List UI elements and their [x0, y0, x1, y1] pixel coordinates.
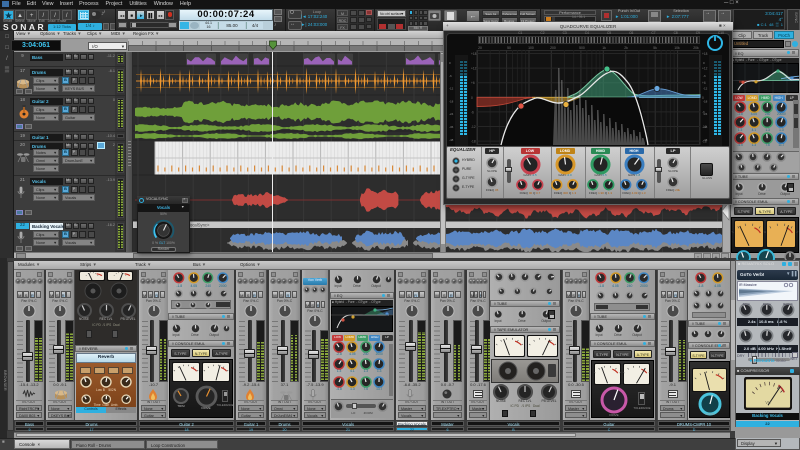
svg-text:+6: +6	[702, 81, 706, 85]
svg-text:C9: C9	[696, 31, 700, 35]
svg-text:-18: -18	[702, 140, 707, 144]
svg-text:C4: C4	[585, 31, 589, 35]
svg-text:0: 0	[471, 96, 473, 100]
svg-text:-12: -12	[449, 87, 454, 91]
svg-text:+12: +12	[471, 67, 477, 71]
svg-text:+18: +18	[471, 52, 477, 56]
svg-text:+6: +6	[471, 81, 475, 85]
svg-text:-6: -6	[471, 110, 474, 114]
svg-text:IR:Massive: IR:Massive	[739, 283, 757, 287]
svg-text:-12: -12	[471, 125, 476, 129]
svg-text:C7: C7	[651, 31, 655, 35]
svg-text:-24: -24	[449, 112, 454, 116]
svg-text:C5: C5	[607, 31, 611, 35]
svg-text:C2: C2	[540, 31, 544, 35]
svg-text:-12: -12	[702, 125, 707, 129]
svg-text:+18: +18	[702, 52, 708, 56]
svg-text:-36: -36	[449, 125, 454, 129]
svg-text:0: 0	[449, 61, 451, 65]
svg-text:C1: C1	[518, 31, 522, 35]
svg-text:-6: -6	[702, 110, 705, 114]
svg-text:-18: -18	[449, 99, 454, 103]
svg-text:VU: VU	[765, 400, 770, 405]
svg-text:-18: -18	[471, 140, 476, 144]
svg-text:0: 0	[702, 96, 704, 100]
svg-text:C6: C6	[629, 31, 633, 35]
svg-text:C8: C8	[674, 31, 678, 35]
svg-text:-48: -48	[449, 138, 454, 142]
svg-text:+12: +12	[702, 67, 708, 71]
svg-text:C3: C3	[563, 31, 567, 35]
svg-text:-6: -6	[449, 74, 452, 78]
